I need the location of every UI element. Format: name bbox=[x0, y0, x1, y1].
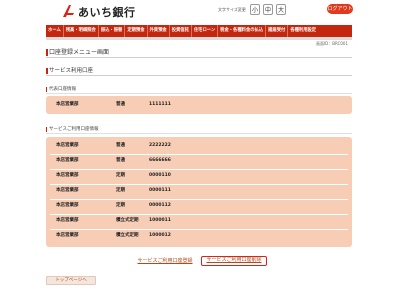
account-type: 定期 bbox=[116, 188, 125, 193]
service-accounts-label: サービスご利用口座情報 bbox=[46, 126, 352, 134]
account-number: 6666666 bbox=[149, 158, 171, 163]
branch-name: 本店営業部 bbox=[56, 203, 79, 208]
table-row: 本店営業部 定期 0000112 bbox=[46, 199, 352, 213]
sub-nav-bar bbox=[46, 37, 352, 40]
nav-balance[interactable]: 残高・明細照会 bbox=[64, 25, 99, 37]
main-nav: ホーム 残高・明細照会 振込・振替 定期預金 外貨預金 投資信託 住宅ローン 税… bbox=[46, 25, 352, 37]
account-type: 普通 bbox=[116, 102, 125, 107]
screen-id: 画面ID：BRC001 bbox=[316, 41, 349, 46]
nav-housing-loan[interactable]: 住宅ローン bbox=[192, 25, 219, 37]
register-account-link[interactable]: サービスご利用口座登録 bbox=[133, 256, 197, 266]
account-number: 2222222 bbox=[149, 143, 171, 148]
branch-name: 本店営業部 bbox=[56, 143, 79, 148]
representative-panel: 本店営業部 普通 1111111 bbox=[46, 96, 352, 114]
font-size-medium-button[interactable]: 中 bbox=[263, 4, 273, 15]
account-number: 0000110 bbox=[149, 173, 171, 178]
nav-investment-trust[interactable]: 投資信託 bbox=[170, 25, 192, 37]
font-size-large-button[interactable]: 大 bbox=[276, 4, 286, 15]
table-row: 本店営業部 積立式定期 1000012 bbox=[46, 229, 352, 243]
branch-name: 本店営業部 bbox=[56, 173, 79, 178]
nav-time-deposit[interactable]: 定期預金 bbox=[125, 25, 148, 37]
account-number: 1111111 bbox=[149, 102, 171, 107]
table-row: 本店営業部 普通 1111111 bbox=[46, 98, 352, 112]
table-row: 本店営業部 普通 2222222 bbox=[46, 139, 352, 153]
account-type: 積立式定期 bbox=[116, 218, 139, 223]
account-type: 定期 bbox=[116, 203, 125, 208]
table-row: 本店営業部 積立式定期 1000011 bbox=[46, 214, 352, 228]
account-type: 積立式定期 bbox=[116, 233, 139, 238]
table-row: 本店営業部 定期 0000110 bbox=[46, 169, 352, 183]
header: あいち銀行 文字サイズ変更 小 中 大 ログアウト bbox=[0, 0, 400, 22]
nav-tax-payment[interactable]: 税金・各種料金の払込 bbox=[218, 25, 267, 37]
representative-label: 代表口座情報 bbox=[46, 86, 352, 94]
branch-name: 本店営業部 bbox=[56, 102, 79, 107]
nav-foreign-deposit[interactable]: 外貨預金 bbox=[148, 25, 170, 37]
font-size-small-button[interactable]: 小 bbox=[250, 4, 260, 15]
branch-name: 本店営業部 bbox=[56, 188, 79, 193]
account-type: 普通 bbox=[116, 158, 125, 163]
nav-home[interactable]: ホーム bbox=[46, 25, 64, 37]
account-number: 0000112 bbox=[149, 203, 171, 208]
top-page-button[interactable]: トップページへ bbox=[46, 276, 96, 285]
service-section-title: サービス利用口座 bbox=[46, 67, 352, 76]
bank-name: あいち銀行 bbox=[78, 6, 136, 19]
account-type: 普通 bbox=[116, 143, 125, 148]
service-accounts-panel: 本店営業部 普通 2222222 本店営業部 普通 6666666 本店営業部 … bbox=[46, 137, 352, 247]
logout-button[interactable]: ログアウト bbox=[327, 4, 353, 14]
account-number: 0000111 bbox=[149, 188, 171, 193]
nav-settings[interactable]: 各種利用設定 bbox=[288, 25, 318, 37]
nav-transfer[interactable]: 振込・振替 bbox=[99, 25, 126, 37]
nav-notifications[interactable]: 諸届受付 bbox=[266, 25, 289, 37]
account-number: 1000011 bbox=[149, 218, 171, 223]
bank-logo-icon bbox=[63, 5, 74, 17]
font-size-label: 文字サイズ変更 bbox=[218, 7, 246, 12]
table-row: 本店営業部 定期 0000111 bbox=[46, 184, 352, 198]
page-title: 口座登録メニュー画面 bbox=[46, 48, 352, 58]
account-number: 1000012 bbox=[149, 233, 171, 238]
branch-name: 本店営業部 bbox=[56, 158, 79, 163]
account-type: 定期 bbox=[116, 173, 125, 178]
branch-name: 本店営業部 bbox=[56, 233, 79, 238]
table-row: 本店営業部 普通 6666666 bbox=[46, 154, 352, 168]
branch-name: 本店営業部 bbox=[56, 218, 79, 223]
delete-account-link[interactable]: サービスご利用口座削除 bbox=[201, 256, 267, 266]
